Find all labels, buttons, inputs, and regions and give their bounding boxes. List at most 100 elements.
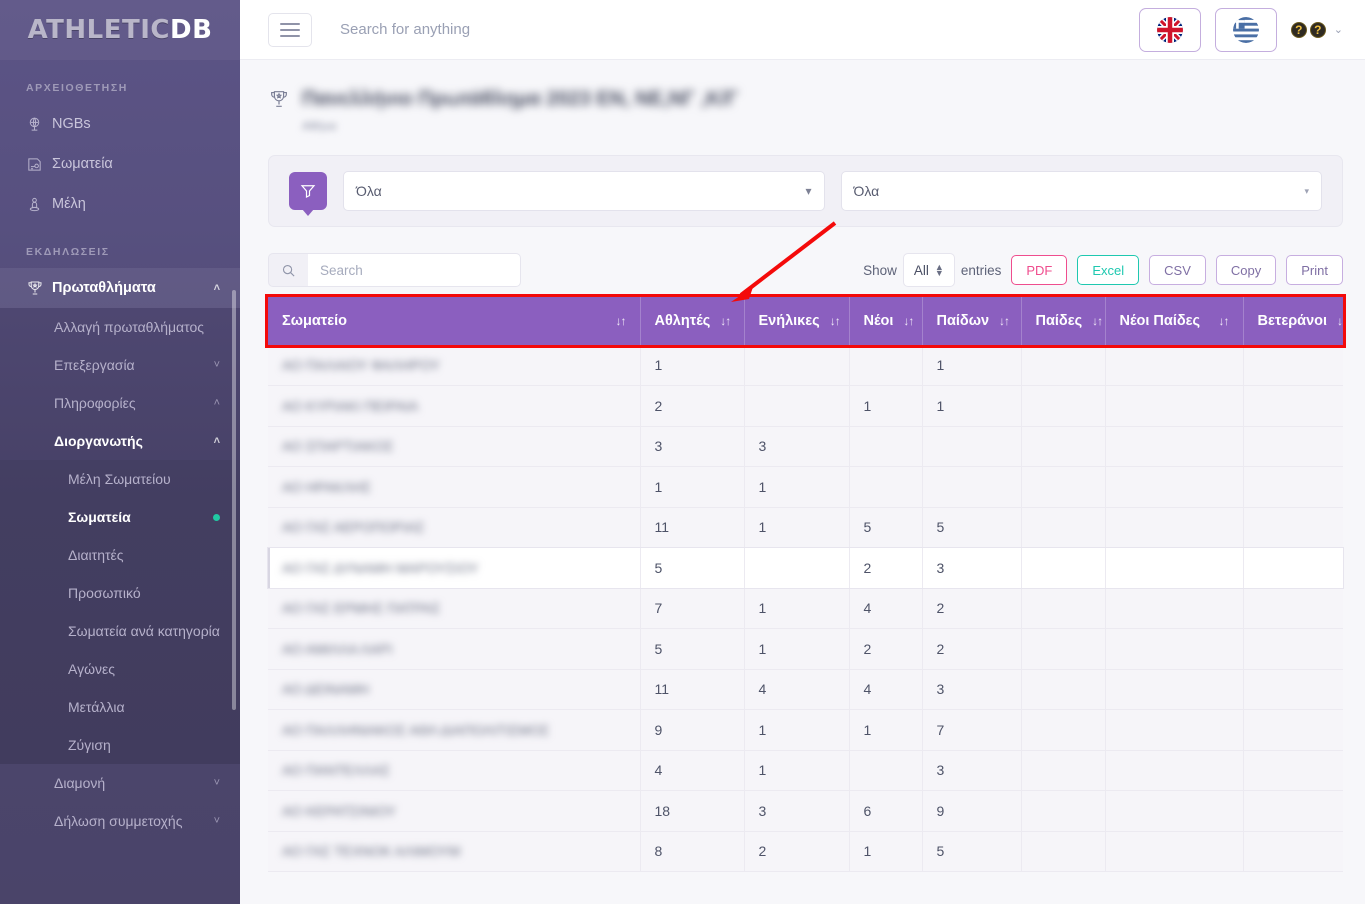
sidebar-item-agones[interactable]: Αγώνες — [0, 650, 240, 688]
sidebar-item-somateia[interactable]: Σωματεία — [0, 144, 240, 184]
main-area: ? ? ⌄ Πανελλήνιο Πρωτάθλημα 2023 ΕΝ, ΝΕ,… — [240, 0, 1365, 904]
table-row[interactable]: ΑΟ ΔΕΙΝΑΜΗ 11 4 4 3 — [268, 669, 1343, 710]
sidebar-item-label: Μέλη Σωματείου — [68, 471, 171, 487]
sort-updown-icon: ↓↑ — [903, 314, 914, 328]
table-row[interactable]: ΑΟ ΓΑΣ ΑΕΡΟΠΟΡΙΑΣ 11 1 5 5 — [268, 507, 1343, 548]
cell-athletes: 8 — [640, 831, 745, 872]
cell-adults: 1 — [744, 507, 850, 548]
column-header-juniors[interactable]: Παίδων ↓↑ — [922, 297, 1022, 345]
sidebar-item-somateia-ana-katigoria[interactable]: Σωματεία ανά κατηγορία — [0, 612, 240, 650]
language-button-gr[interactable] — [1214, 7, 1277, 52]
cell-club: ΑΟ ΗΡΑΚΛΗΣ — [268, 466, 641, 508]
cell-athletes: 9 — [640, 709, 745, 751]
language-button-en[interactable] — [1138, 7, 1201, 52]
column-header-adults[interactable]: Ενήλικες ↓↑ — [744, 297, 850, 345]
table-row[interactable]: ΑΟ ΗΡΑΚΛΗΣ 1 1 — [268, 466, 1343, 508]
sidebar-item-label: Επεξεργασία — [54, 357, 135, 373]
table-row[interactable]: ΑΟ ΠΑΝΤΕΛΛΑΣ 4 1 3 — [268, 750, 1343, 791]
column-header-boys[interactable]: Παίδες ↓↑ — [1021, 297, 1106, 345]
cell-juniors — [922, 426, 1022, 467]
sidebar-item-protathlimata[interactable]: Πρωταθλήματα ˄ — [0, 268, 240, 308]
sidebar-nav: ΑΡΧΕΙΟΘΕΤΗΣΗ NGBs Σωματεία Μέλη ΕΚΔΗΛΩΣΕ… — [0, 60, 240, 904]
column-label: Παίδων — [936, 313, 990, 329]
cell-club: ΑΟ ΑΜΙΛΛΑ ΛΑΡΙ — [268, 628, 641, 670]
sidebar-item-diaitites[interactable]: Διαιτητές — [0, 536, 240, 574]
sidebar-item-label: Σωματεία ανά κατηγορία — [68, 623, 220, 639]
topbar: ? ? ⌄ — [240, 0, 1365, 60]
cell-young-boys — [1105, 385, 1244, 427]
table-row[interactable]: ΑΟ ΠΑΛΑΙΟΥ ΦΑΛΗΡΟΥ 1 1 — [268, 345, 1343, 386]
cell-boys — [1021, 507, 1106, 548]
sidebar-scrollbar[interactable] — [232, 290, 236, 710]
export-excel-button[interactable]: Excel — [1077, 255, 1140, 285]
cell-young-boys — [1105, 831, 1244, 872]
sidebar-item-plirofories[interactable]: Πληροφορίες ˄ — [0, 384, 240, 422]
sidebar-item-diorganotis[interactable]: Διοργανωτής ˄ — [0, 422, 240, 460]
table-search — [268, 253, 521, 287]
cell-athletes: 5 — [640, 628, 745, 670]
cell-boys — [1021, 750, 1106, 791]
table-row[interactable]: ΑΟ ΓΑΣ ΤΕΧΝΟΚ ΑΛΙΜΟΥΜ 8 2 1 5 — [268, 831, 1343, 872]
cell-young-boys — [1105, 345, 1244, 386]
trophy-icon — [268, 88, 290, 115]
column-header-youth[interactable]: Νέοι ↓↑ — [849, 297, 923, 345]
filter-select-1[interactable]: Όλα ▾ — [343, 171, 825, 211]
brand-logo[interactable]: ATHLETICDB — [0, 0, 240, 60]
table-row[interactable]: ΑΟ ΓΑΣ ΔΥΝΑΜΗ ΜΑΡΟΥΣΙΟΥ 5 2 3 — [267, 546, 1344, 589]
search-input[interactable] — [340, 21, 760, 38]
cell-juniors: 5 — [922, 831, 1022, 872]
brand-db: DB — [170, 15, 213, 45]
sidebar-item-dilosi-symmetochis[interactable]: Δήλωση συμμετοχής ˅ — [0, 802, 240, 840]
sidebar-item-allagi-protathlimatos[interactable]: Αλλαγή πρωταθλήματος — [0, 308, 240, 346]
sidebar-item-diamoni[interactable]: Διαμονή ˅ — [0, 764, 240, 802]
sidebar-item-somateia-active[interactable]: Σωματεία — [0, 498, 240, 536]
table-row[interactable]: ΑΟ ΠΑΛΛΗΝΙΑΚΟΣ ΑΘΛ ΔΙΑΠΟΛΙΤΙΣΜΟΣ 9 1 1 7 — [268, 709, 1343, 751]
cell-juniors: 3 — [922, 750, 1022, 791]
table-row[interactable]: ΑΟ ΚΥΡΙΑΚΙ ΠΕΙΡΑΙΑ 2 1 1 — [268, 385, 1343, 427]
cell-veterans — [1243, 790, 1343, 832]
column-header-veterans[interactable]: Βετεράνοι ↓↑ — [1243, 297, 1348, 345]
filter-select-2[interactable]: Όλα ▾ — [840, 171, 1322, 211]
user-menu[interactable]: ? ? ⌄ — [1290, 21, 1347, 38]
page-size-select[interactable]: All ▲ ▼ — [902, 253, 955, 287]
sort-updown-icon: ↓↑ — [615, 314, 627, 328]
cell-youth — [849, 466, 923, 508]
hamburger-icon[interactable] — [268, 12, 312, 47]
chevron-up-icon: ˄ — [213, 435, 220, 447]
column-header-somateio[interactable]: Σωματείο ↓↑ — [268, 297, 641, 345]
print-button[interactable]: Print — [1286, 255, 1343, 285]
sidebar-item-label: Σωματεία — [52, 156, 113, 172]
sidebar: ATHLETICDB ΑΡΧΕΙΟΘΕΤΗΣΗ NGBs Σωματεία Μέ… — [0, 0, 240, 904]
table-header-row: Σωματείο ↓↑ Αθλητές ↓↑ Ενήλικες ↓↑ Νέοι ↓↑ Π… — [268, 297, 1348, 345]
table-row[interactable]: ΑΟ ΚΕΡΑΤΣΙΝΙΟΥ 18 3 6 9 — [268, 790, 1343, 832]
sidebar-item-label: Αλλαγή πρωταθλήματος — [54, 319, 205, 335]
sidebar-item-prosopiko[interactable]: Προσωπικό — [0, 574, 240, 612]
sidebar-item-epexergasia[interactable]: Επεξεργασία ˅ — [0, 346, 240, 384]
sidebar-item-metallia[interactable]: Μετάλλια — [0, 688, 240, 726]
cell-juniors: 2 — [922, 628, 1022, 670]
export-csv-button[interactable]: CSV — [1149, 255, 1206, 285]
cell-club: ΑΟ ΠΑΝΤΕΛΛΑΣ — [268, 750, 641, 791]
sort-updown-icon: ↓↑ — [829, 314, 841, 328]
sidebar-item-ngbs[interactable]: NGBs — [0, 104, 240, 144]
sidebar-item-meli[interactable]: Μέλη — [0, 184, 240, 224]
export-pdf-button[interactable]: PDF — [1011, 255, 1068, 285]
cell-juniors: 5 — [922, 507, 1022, 548]
table-row[interactable]: ΑΟ ΣΠΑΡΤΙΑΚΟΣ 3 3 — [268, 426, 1343, 467]
table-row[interactable]: ΑΟ ΓΑΣ ΕΡΜΗΣ ΠΑΤΡΑΣ 7 1 4 2 — [268, 588, 1343, 629]
column-header-young-boys[interactable]: Νέοι Παίδες ↓↑ — [1105, 297, 1244, 345]
table-row[interactable]: ΑΟ ΑΜΙΛΛΑ ΛΑΡΙ 5 1 2 2 — [268, 628, 1343, 670]
column-header-athletes[interactable]: Αθλητές ↓↑ — [640, 297, 745, 345]
cell-veterans — [1243, 669, 1343, 710]
copy-button[interactable]: Copy — [1215, 255, 1277, 285]
cell-athletes: 7 — [640, 588, 745, 629]
sidebar-item-meli-somateiou[interactable]: Μέλη Σωματείου — [0, 460, 240, 498]
cell-boys — [1021, 588, 1106, 629]
table-search-input[interactable] — [308, 253, 521, 287]
column-label: Αθλητές — [654, 313, 711, 329]
sidebar-item-zygisi[interactable]: Ζύγιση — [0, 726, 240, 764]
page-header: Πανελλήνιο Πρωτάθλημα 2023 ΕΝ, ΝΕ,ΝΓ ,Κ/… — [268, 86, 1343, 133]
clubs-table: Σωματείο ↓↑ Αθλητές ↓↑ Ενήλικες ↓↑ Νέοι ↓↑ Π… — [267, 297, 1348, 872]
chevron-down-icon: ˅ — [213, 815, 220, 827]
funnel-icon[interactable] — [289, 172, 327, 216]
